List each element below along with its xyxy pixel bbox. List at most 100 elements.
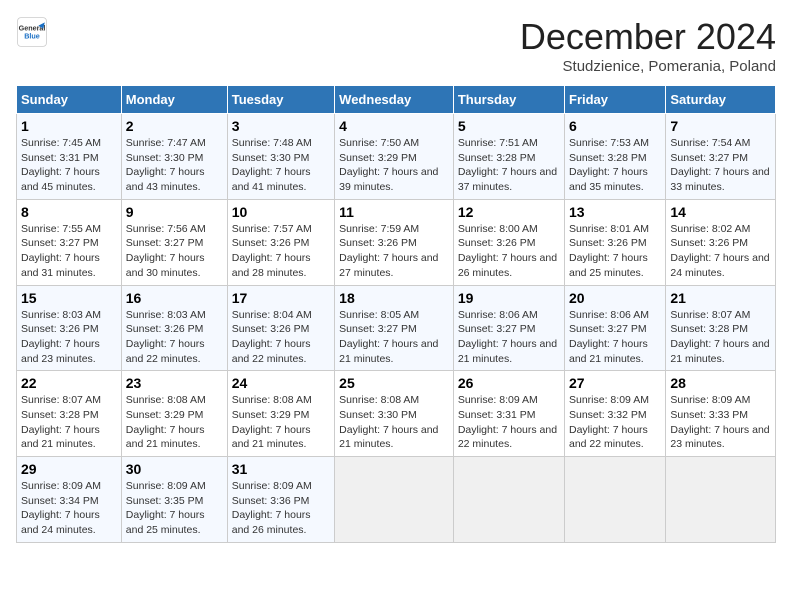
day-number: 13 [569, 204, 661, 220]
title-area: December 2024 Studzienice, Pomerania, Po… [520, 16, 776, 75]
calendar-cell: 23Sunrise: 8:08 AMSunset: 3:29 PMDayligh… [121, 371, 227, 457]
day-number: 10 [232, 204, 330, 220]
col-header-sunday: Sunday [17, 86, 122, 114]
day-info: Sunrise: 8:09 AMSunset: 3:35 PMDaylight:… [126, 480, 206, 536]
day-info: Sunrise: 7:50 AMSunset: 3:29 PMDaylight:… [339, 137, 438, 193]
col-header-wednesday: Wednesday [335, 86, 454, 114]
calendar-week-2: 8Sunrise: 7:55 AMSunset: 3:27 PMDaylight… [17, 199, 776, 285]
calendar-header-row: SundayMondayTuesdayWednesdayThursdayFrid… [17, 86, 776, 114]
calendar-cell: 15 Sunrise: 8:03 AMSunset: 3:26 PMDayligh… [17, 285, 122, 371]
calendar-cell: 14 Sunrise: 8:02 AMSunset: 3:26 PMDayligh… [666, 199, 776, 285]
day-number: 27 [569, 375, 661, 391]
day-info: Sunrise: 7:55 AMSunset: 3:27 PMDaylight:… [21, 223, 101, 279]
day-info: Sunrise: 8:05 AMSunset: 3:27 PMDaylight:… [339, 309, 438, 365]
day-info: Sunrise: 7:53 AMSunset: 3:28 PMDaylight:… [569, 137, 649, 193]
day-info: Sunrise: 8:00 AMSunset: 3:26 PMDaylight:… [458, 223, 557, 279]
col-header-tuesday: Tuesday [227, 86, 334, 114]
day-info: Sunrise: 8:03 AMSunset: 3:26 PMDaylight:… [126, 309, 206, 365]
calendar-cell: 1Sunrise: 7:45 AMSunset: 3:31 PMDaylight… [17, 114, 122, 200]
day-number: 30 [126, 461, 223, 477]
day-number: 9 [126, 204, 223, 220]
day-info: Sunrise: 8:09 AMSunset: 3:32 PMDaylight:… [569, 394, 649, 450]
day-number: 29 [21, 461, 117, 477]
day-info: Sunrise: 8:09 AMSunset: 3:34 PMDaylight:… [21, 480, 101, 536]
day-number: 6 [569, 118, 661, 134]
calendar-body: 1Sunrise: 7:45 AMSunset: 3:31 PMDaylight… [17, 114, 776, 543]
month-title: December 2024 [520, 16, 776, 58]
day-info: Sunrise: 8:09 AMSunset: 3:36 PMDaylight:… [232, 480, 312, 536]
calendar-cell: 16 Sunrise: 8:03 AMSunset: 3:26 PMDayligh… [121, 285, 227, 371]
day-info: Sunrise: 8:04 AMSunset: 3:26 PMDaylight:… [232, 309, 312, 365]
calendar-cell: 31 Sunrise: 8:09 AMSunset: 3:36 PMDayligh… [227, 457, 334, 543]
day-info: Sunrise: 7:59 AMSunset: 3:26 PMDaylight:… [339, 223, 438, 279]
calendar-cell: 10 Sunrise: 7:57 AMSunset: 3:26 PMDayligh… [227, 199, 334, 285]
calendar-cell: 27 Sunrise: 8:09 AMSunset: 3:32 PMDayligh… [565, 371, 666, 457]
calendar-cell: 30 Sunrise: 8:09 AMSunset: 3:35 PMDayligh… [121, 457, 227, 543]
day-number: 3 [232, 118, 330, 134]
col-header-saturday: Saturday [666, 86, 776, 114]
calendar-cell: 22 Sunrise: 8:07 AMSunset: 3:28 PMDayligh… [17, 371, 122, 457]
day-number: 7 [670, 118, 771, 134]
calendar-cell: 4 Sunrise: 7:50 AMSunset: 3:29 PMDaylight… [335, 114, 454, 200]
calendar-cell: 25 Sunrise: 8:08 AMSunset: 3:30 PMDayligh… [335, 371, 454, 457]
calendar-cell [565, 457, 666, 543]
calendar-cell [666, 457, 776, 543]
logo: General Blue [16, 16, 48, 48]
calendar-cell: 24 Sunrise: 8:08 AMSunset: 3:29 PMDayligh… [227, 371, 334, 457]
calendar-cell: 21Sunrise: 8:07 AMSunset: 3:28 PMDayligh… [666, 285, 776, 371]
calendar-week-4: 22 Sunrise: 8:07 AMSunset: 3:28 PMDayligh… [17, 371, 776, 457]
calendar-cell: 2Sunrise: 7:47 AMSunset: 3:30 PMDaylight… [121, 114, 227, 200]
calendar-cell: 13 Sunrise: 8:01 AMSunset: 3:26 PMDayligh… [565, 199, 666, 285]
day-info: Sunrise: 8:09 AMSunset: 3:33 PMDaylight:… [670, 394, 769, 450]
day-info: Sunrise: 8:08 AMSunset: 3:30 PMDaylight:… [339, 394, 438, 450]
day-number: 16 [126, 290, 223, 306]
day-number: 18 [339, 290, 449, 306]
day-number: 5 [458, 118, 560, 134]
day-info: Sunrise: 7:56 AMSunset: 3:27 PMDaylight:… [126, 223, 206, 279]
header: General Blue December 2024 Studzienice, … [16, 16, 776, 75]
day-info: Sunrise: 8:03 AMSunset: 3:26 PMDaylight:… [21, 309, 101, 365]
calendar-table: SundayMondayTuesdayWednesdayThursdayFrid… [16, 85, 776, 543]
day-info: Sunrise: 8:06 AMSunset: 3:27 PMDaylight:… [458, 309, 557, 365]
day-number: 25 [339, 375, 449, 391]
calendar-cell: 19 Sunrise: 8:06 AMSunset: 3:27 PMDayligh… [453, 285, 564, 371]
calendar-cell: 18 Sunrise: 8:05 AMSunset: 3:27 PMDayligh… [335, 285, 454, 371]
calendar-cell: 3Sunrise: 7:48 AMSunset: 3:30 PMDaylight… [227, 114, 334, 200]
day-info: Sunrise: 8:08 AMSunset: 3:29 PMDaylight:… [232, 394, 312, 450]
calendar-cell: 28Sunrise: 8:09 AMSunset: 3:33 PMDayligh… [666, 371, 776, 457]
day-number: 14 [670, 204, 771, 220]
day-number: 19 [458, 290, 560, 306]
day-info: Sunrise: 7:51 AMSunset: 3:28 PMDaylight:… [458, 137, 557, 193]
day-info: Sunrise: 8:02 AMSunset: 3:26 PMDaylight:… [670, 223, 769, 279]
day-number: 17 [232, 290, 330, 306]
subtitle: Studzienice, Pomerania, Poland [520, 58, 776, 75]
col-header-monday: Monday [121, 86, 227, 114]
col-header-thursday: Thursday [453, 86, 564, 114]
calendar-week-1: 1Sunrise: 7:45 AMSunset: 3:31 PMDaylight… [17, 114, 776, 200]
day-info: Sunrise: 8:09 AMSunset: 3:31 PMDaylight:… [458, 394, 557, 450]
calendar-cell: 11Sunrise: 7:59 AMSunset: 3:26 PMDayligh… [335, 199, 454, 285]
calendar-cell: 26Sunrise: 8:09 AMSunset: 3:31 PMDayligh… [453, 371, 564, 457]
calendar-cell: 5 Sunrise: 7:51 AMSunset: 3:28 PMDaylight… [453, 114, 564, 200]
calendar-cell: 20Sunrise: 8:06 AMSunset: 3:27 PMDayligh… [565, 285, 666, 371]
day-info: Sunrise: 8:07 AMSunset: 3:28 PMDaylight:… [21, 394, 101, 450]
day-number: 24 [232, 375, 330, 391]
day-number: 23 [126, 375, 223, 391]
calendar-cell: 29 Sunrise: 8:09 AMSunset: 3:34 PMDayligh… [17, 457, 122, 543]
day-number: 31 [232, 461, 330, 477]
calendar-cell: 6 Sunrise: 7:53 AMSunset: 3:28 PMDaylight… [565, 114, 666, 200]
calendar-cell: 7Sunrise: 7:54 AMSunset: 3:27 PMDaylight… [666, 114, 776, 200]
day-info: Sunrise: 7:57 AMSunset: 3:26 PMDaylight:… [232, 223, 312, 279]
day-number: 22 [21, 375, 117, 391]
day-info: Sunrise: 8:07 AMSunset: 3:28 PMDaylight:… [670, 309, 769, 365]
calendar-week-3: 15 Sunrise: 8:03 AMSunset: 3:26 PMDayligh… [17, 285, 776, 371]
calendar-cell: 8Sunrise: 7:55 AMSunset: 3:27 PMDaylight… [17, 199, 122, 285]
day-number: 4 [339, 118, 449, 134]
day-number: 15 [21, 290, 117, 306]
calendar-cell: 17 Sunrise: 8:04 AMSunset: 3:26 PMDayligh… [227, 285, 334, 371]
calendar-week-5: 29 Sunrise: 8:09 AMSunset: 3:34 PMDayligh… [17, 457, 776, 543]
day-info: Sunrise: 7:45 AMSunset: 3:31 PMDaylight:… [21, 137, 101, 193]
col-header-friday: Friday [565, 86, 666, 114]
calendar-cell [335, 457, 454, 543]
day-info: Sunrise: 8:01 AMSunset: 3:26 PMDaylight:… [569, 223, 649, 279]
